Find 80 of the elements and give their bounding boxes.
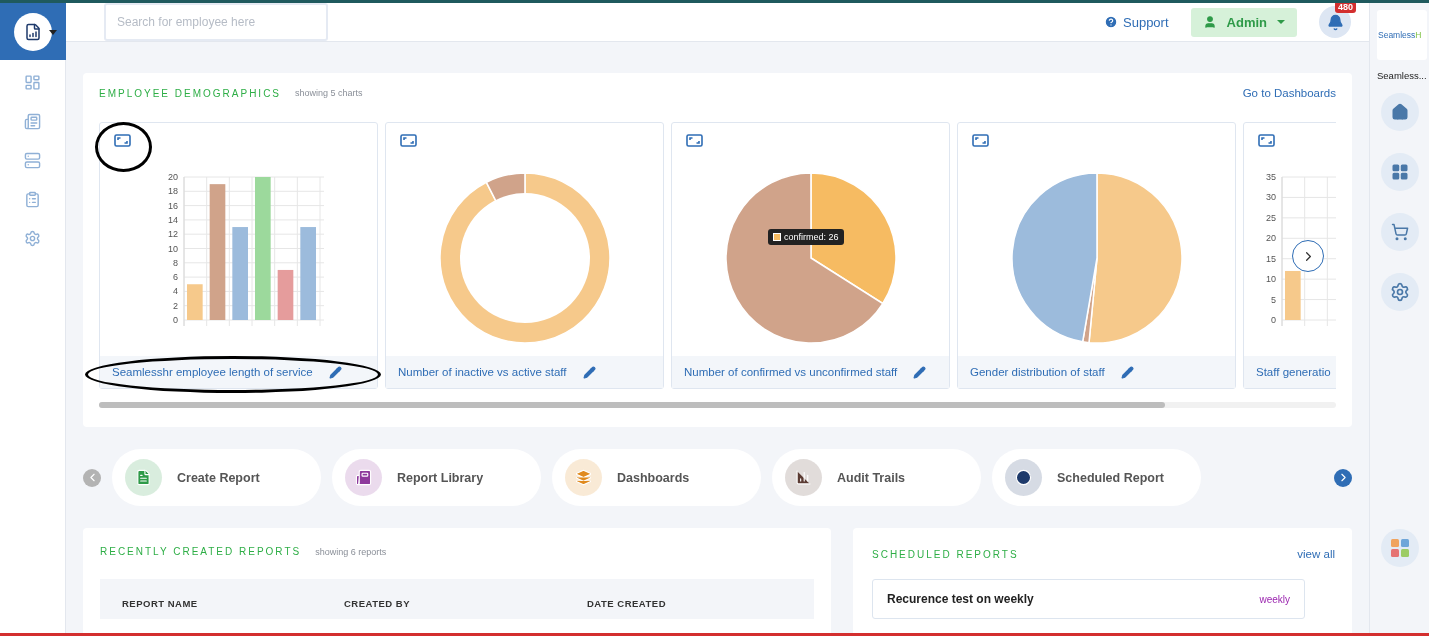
scrollbar-thumb[interactable] xyxy=(99,402,1165,408)
axis-tick-label: 25 xyxy=(1266,212,1276,223)
color-grid-icon xyxy=(1390,539,1409,557)
chart-title[interactable]: Gender distribution of staff xyxy=(970,366,1105,378)
axis-tick-label: 12 xyxy=(167,229,178,240)
quick-link[interactable]: Audit Trails xyxy=(772,449,981,506)
apps-button[interactable] xyxy=(1380,153,1419,191)
caret-icon[interactable] xyxy=(48,30,57,35)
axis-tick-label: 10 xyxy=(1266,274,1276,285)
axis-tick-label: 20 xyxy=(167,172,178,182)
quick-link[interactable]: Report Library xyxy=(332,449,541,506)
column-header: DATE CREATED xyxy=(587,597,667,609)
axis-tick-label: 8 xyxy=(172,257,178,268)
cart-button[interactable] xyxy=(1380,213,1419,251)
notification-count: 480 xyxy=(1335,3,1357,13)
chart-count: showing 5 charts xyxy=(295,88,363,98)
home-icon xyxy=(1390,103,1409,121)
app-logo[interactable] xyxy=(13,12,52,51)
home-button[interactable] xyxy=(1380,93,1419,131)
section-title: SCHEDULED REPORTS xyxy=(872,548,1019,560)
axis-tick-label: 0 xyxy=(172,315,178,325)
scheduled-report-item[interactable]: Recurence test on weekly weekly xyxy=(872,579,1305,619)
edit-icon[interactable] xyxy=(328,365,342,379)
edit-icon[interactable] xyxy=(1120,365,1134,379)
apps-button[interactable] xyxy=(1380,529,1419,567)
settings-button[interactable] xyxy=(1380,273,1419,311)
report-count: showing 6 reports xyxy=(315,546,387,557)
quick-link[interactable]: Create Report xyxy=(112,449,321,506)
annotation-circle xyxy=(95,122,152,172)
axis-tick-label: 2 xyxy=(172,300,178,311)
admin-menu-button[interactable]: Admin xyxy=(1190,7,1297,37)
bar xyxy=(186,284,203,320)
axis-tick-label: 30 xyxy=(1266,192,1276,203)
dashboards-link[interactable]: Go to Dashboards xyxy=(1242,87,1336,99)
grid-icon xyxy=(1390,163,1409,181)
next-button[interactable] xyxy=(1334,468,1352,487)
app-name: Seamless... xyxy=(1376,70,1427,81)
company-logo: SeamlessH xyxy=(1377,10,1427,60)
axis-tick-label: 10 xyxy=(167,243,178,254)
column-header: REPORT NAME xyxy=(122,597,199,609)
view-all-link[interactable]: view all xyxy=(1297,548,1335,560)
axis-tick-label: 15 xyxy=(1266,253,1276,264)
expand-icon[interactable] xyxy=(114,134,131,147)
user-icon xyxy=(1202,15,1217,29)
bar xyxy=(1285,270,1301,320)
axis-tick-label: 0 xyxy=(1271,315,1276,325)
caret-icon xyxy=(1277,20,1285,24)
edit-icon[interactable] xyxy=(913,365,927,379)
settings-icon xyxy=(1389,282,1410,302)
expand-icon[interactable] xyxy=(1258,134,1275,147)
help-icon xyxy=(1104,15,1118,29)
axis-tick-label: 4 xyxy=(172,286,178,297)
axis-tick-label: 5 xyxy=(1271,294,1276,305)
chart-tooltip: confirmed: 26 xyxy=(768,229,844,245)
expand-icon[interactable] xyxy=(686,134,703,147)
report-name: Recurence test on weekly xyxy=(887,592,1034,606)
bell-icon xyxy=(1326,13,1344,31)
axis-tick-label: 35 xyxy=(1266,172,1276,182)
section-title: EMPLOYEE DEMOGRAPHICS xyxy=(99,87,282,99)
report-chart-icon xyxy=(23,22,42,41)
quick-link[interactable]: Scheduled Report xyxy=(992,449,1201,506)
axis-tick-label: 6 xyxy=(172,272,178,283)
clipboard-icon[interactable] xyxy=(24,191,41,208)
axis-tick-label: 14 xyxy=(167,214,178,225)
search-field[interactable]: Search for employee here xyxy=(104,3,328,41)
bar xyxy=(277,269,293,320)
axis-tick-label: 18 xyxy=(167,186,178,197)
next-button[interactable] xyxy=(1292,240,1324,272)
section-title: RECENTLY CREATED REPORTS xyxy=(100,546,302,557)
axis-tick-label: 20 xyxy=(1266,233,1276,244)
quick-link[interactable]: Dashboards xyxy=(552,449,761,506)
expand-icon[interactable] xyxy=(972,134,989,147)
notifications-button[interactable] xyxy=(1319,6,1351,38)
column-header: CREATED BY xyxy=(344,597,412,609)
edit-icon[interactable] xyxy=(582,365,596,379)
axis-tick-label: 16 xyxy=(167,200,178,211)
expand-icon[interactable] xyxy=(400,134,417,147)
support-link[interactable]: Support xyxy=(1104,14,1169,30)
frequency-label: weekly xyxy=(1259,593,1290,605)
cart-icon xyxy=(1390,223,1409,241)
